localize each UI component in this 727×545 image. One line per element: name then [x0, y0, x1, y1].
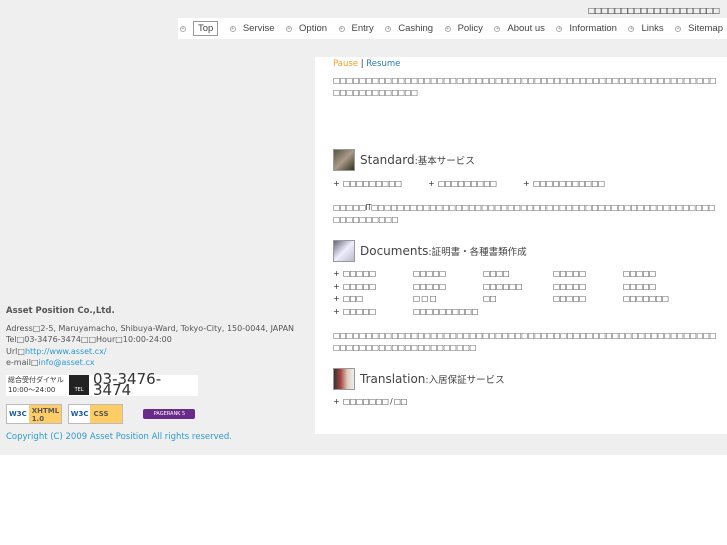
resume-link[interactable]: Resume — [366, 59, 400, 69]
standard-list: + □□□□□□□□□ + □□□□□□□□□ + □□□□□□□□□□□ — [333, 178, 605, 188]
nav-label: Links — [641, 23, 664, 34]
address: Adress□2-5, Maruyamacho, Shibuya-Ward, T… — [6, 323, 295, 333]
documents-item[interactable]: □□□□□ — [343, 307, 376, 316]
nav-item-top[interactable]: + Top — [180, 21, 219, 36]
documents-item[interactable]: □□□□□ — [553, 269, 586, 278]
documents-item[interactable]: □ □ □ — [413, 294, 437, 303]
bullet-icon: + — [494, 25, 501, 32]
separator: | — [360, 59, 364, 69]
documents-list: + □□□□□ □□□□□ □□□□ □□□□□ □□□□□ + □□□□□ □□□□□ □□□□… — [333, 268, 727, 318]
nav-item-about-us[interactable]: + About us — [494, 23, 545, 34]
bullet-icon: + — [556, 25, 563, 32]
translation-heading: Translation :入居保証サービス — [333, 367, 727, 390]
bullet-icon: + — [385, 25, 392, 32]
pause-link[interactable]: Pause — [333, 59, 358, 69]
standard-heading: Standard :基本サービス — [333, 149, 727, 171]
nav-label: Servise — [242, 23, 275, 34]
bullet-icon: + — [675, 25, 682, 32]
phone-number: 03-3476-3474 — [93, 369, 162, 399]
documents-item[interactable]: □□□□□ — [623, 282, 656, 291]
standard-subtitle: :基本サービス — [414, 156, 475, 167]
documents-row: + □□□ □ □ □ □□ □□□□□ □□□□□□□ — [333, 294, 669, 304]
documents-item[interactable]: □□□□□ — [343, 282, 376, 291]
tel-hours: Tel□03-3476-3474□□Hour□10:00-24:00 — [6, 335, 172, 344]
nav-label: Information — [569, 23, 617, 34]
main-content: Pause | Resume □□□□□□□□□□□□□□□□□□□□□□□□□… — [315, 57, 727, 434]
standard-item[interactable]: □□□□□□□□□ — [343, 179, 402, 188]
nav-label: Option — [299, 23, 328, 34]
documents-item[interactable]: □□□□□ — [553, 282, 586, 291]
nav-item-option[interactable]: + Option — [286, 23, 327, 34]
bullet-icon: + — [444, 25, 451, 32]
bullet-icon: + — [628, 25, 635, 32]
pagerank-badge[interactable]: PAGERANK 5 — [143, 408, 196, 419]
documents-item[interactable]: □□□ — [343, 294, 363, 303]
bullet-icon: + — [286, 25, 293, 32]
nav-item-cashing[interactable]: + Cashing — [385, 23, 433, 34]
documents-item[interactable]: □□□□ — [483, 269, 510, 278]
footer: Asset Position Co.,Ltd. Adress□2-5, Maru… — [6, 306, 306, 443]
standard-item[interactable]: □□□□□□□□□ — [438, 179, 497, 188]
bullet-icon: + — [180, 25, 186, 32]
dial-hours: 10:00〜24:00 — [8, 386, 56, 394]
w3c-xhtml-badge[interactable]: W3C XHTML 1.0 — [6, 403, 62, 424]
nav-item-servise[interactable]: + Servise — [229, 23, 275, 34]
header-text: □□□□□□□□□□□□□□□□□□□□ — [587, 6, 720, 15]
documents-row: + □□□□□ □□□□□ □□□□□□ □□□□□ □□□□□ — [333, 281, 656, 291]
phone-banner: 総合受付ダイヤル 10:00〜24:00 TEL 03-3476-3474 — [6, 369, 198, 399]
bullet-icon: + — [338, 25, 345, 32]
nav-label: Top — [193, 21, 219, 36]
url-label: Url□ — [6, 346, 25, 356]
nav-label: Entry — [351, 23, 374, 34]
badges: W3C XHTML 1.0 W3C CSS PAGERANK 5 — [6, 403, 306, 424]
translation-item[interactable]: □□□□□□□ / □□ — [343, 397, 407, 406]
dial-label: 総合受付ダイヤル — [8, 376, 64, 384]
documents-item[interactable]: □□□□□ — [413, 269, 446, 278]
documents-item[interactable]: □□□□□□□ — [623, 294, 669, 303]
nav-label: Sitemap — [688, 23, 723, 34]
email-link[interactable]: info@asset.cx — [39, 358, 95, 367]
documents-title: Documents — [360, 243, 429, 258]
nav-item-information[interactable]: + Information — [556, 23, 617, 34]
global-nav: + Top + Servise + Option + Entry + Cashing + Policy… — [178, 18, 727, 39]
standard-text: □□□□□IT□□□□□□□□□□□□□□□□□□□□□□□□□□□□□□□□□… — [333, 202, 715, 224]
standard-title: Standard — [360, 153, 415, 167]
documents-item[interactable]: □□□□□ — [553, 294, 586, 303]
documents-text: □□□□□□□□□□□□□□□□□□□□□□□□□□□□□□□□□□□□□□□□… — [333, 330, 716, 352]
translation-thumbnail — [333, 367, 355, 390]
documents-item[interactable]: □□□□□ — [413, 282, 446, 291]
url-link[interactable]: http://www.asset.cx/ — [25, 347, 107, 356]
documents-row: + □□□□□ □□□□□ □□□□ □□□□□ □□□□□ — [333, 269, 656, 279]
copyright: Copyright (C) 2009 Asset Position All ri… — [6, 431, 232, 442]
bullet-icon: + — [229, 25, 236, 32]
company-name: Asset Position Co.,Ltd. — [6, 306, 115, 316]
documents-heading: Documents :証明書・各種書類作成 — [333, 239, 727, 262]
documents-item[interactable]: □□□□□□□□□□ — [413, 307, 478, 316]
standard-item[interactable]: □□□□□□□□□□□ — [533, 179, 605, 188]
documents-item[interactable]: □□ — [483, 294, 497, 303]
email-label: e-mail□ — [6, 358, 39, 367]
nav-item-policy[interactable]: + Policy — [444, 23, 483, 34]
translation-title: Translation — [360, 371, 426, 386]
documents-item[interactable]: □□□□□ — [343, 269, 376, 278]
standard-thumbnail — [333, 149, 355, 171]
nav-label: About us — [507, 23, 545, 34]
documents-subtitle: :証明書・各種書類作成 — [428, 246, 527, 258]
documents-item[interactable]: □□□□□□ — [483, 282, 523, 291]
translation-subtitle: :入居保証サービス — [425, 374, 505, 386]
nav-item-entry[interactable]: + Entry — [338, 23, 374, 34]
nav-label: Policy — [457, 23, 483, 34]
nav-item-links[interactable]: + Links — [628, 23, 664, 34]
nav-item-sitemap[interactable]: + Sitemap — [675, 23, 723, 34]
documents-item[interactable]: □□□□□ — [623, 269, 656, 278]
nav-label: Cashing — [398, 23, 434, 34]
documents-thumbnail — [333, 239, 355, 262]
intro-text: □□□□□□□□□□□□□□□□□□□□□□□□□□□□□□□□□□□□□□□□… — [333, 76, 716, 97]
documents-row: + □□□□□ □□□□□□□□□□ — [333, 306, 478, 316]
slideshow-controls: Pause | Resume — [333, 59, 727, 69]
telephone-icon: TEL — [69, 375, 90, 395]
w3c-css-badge[interactable]: W3C CSS — [67, 403, 124, 424]
